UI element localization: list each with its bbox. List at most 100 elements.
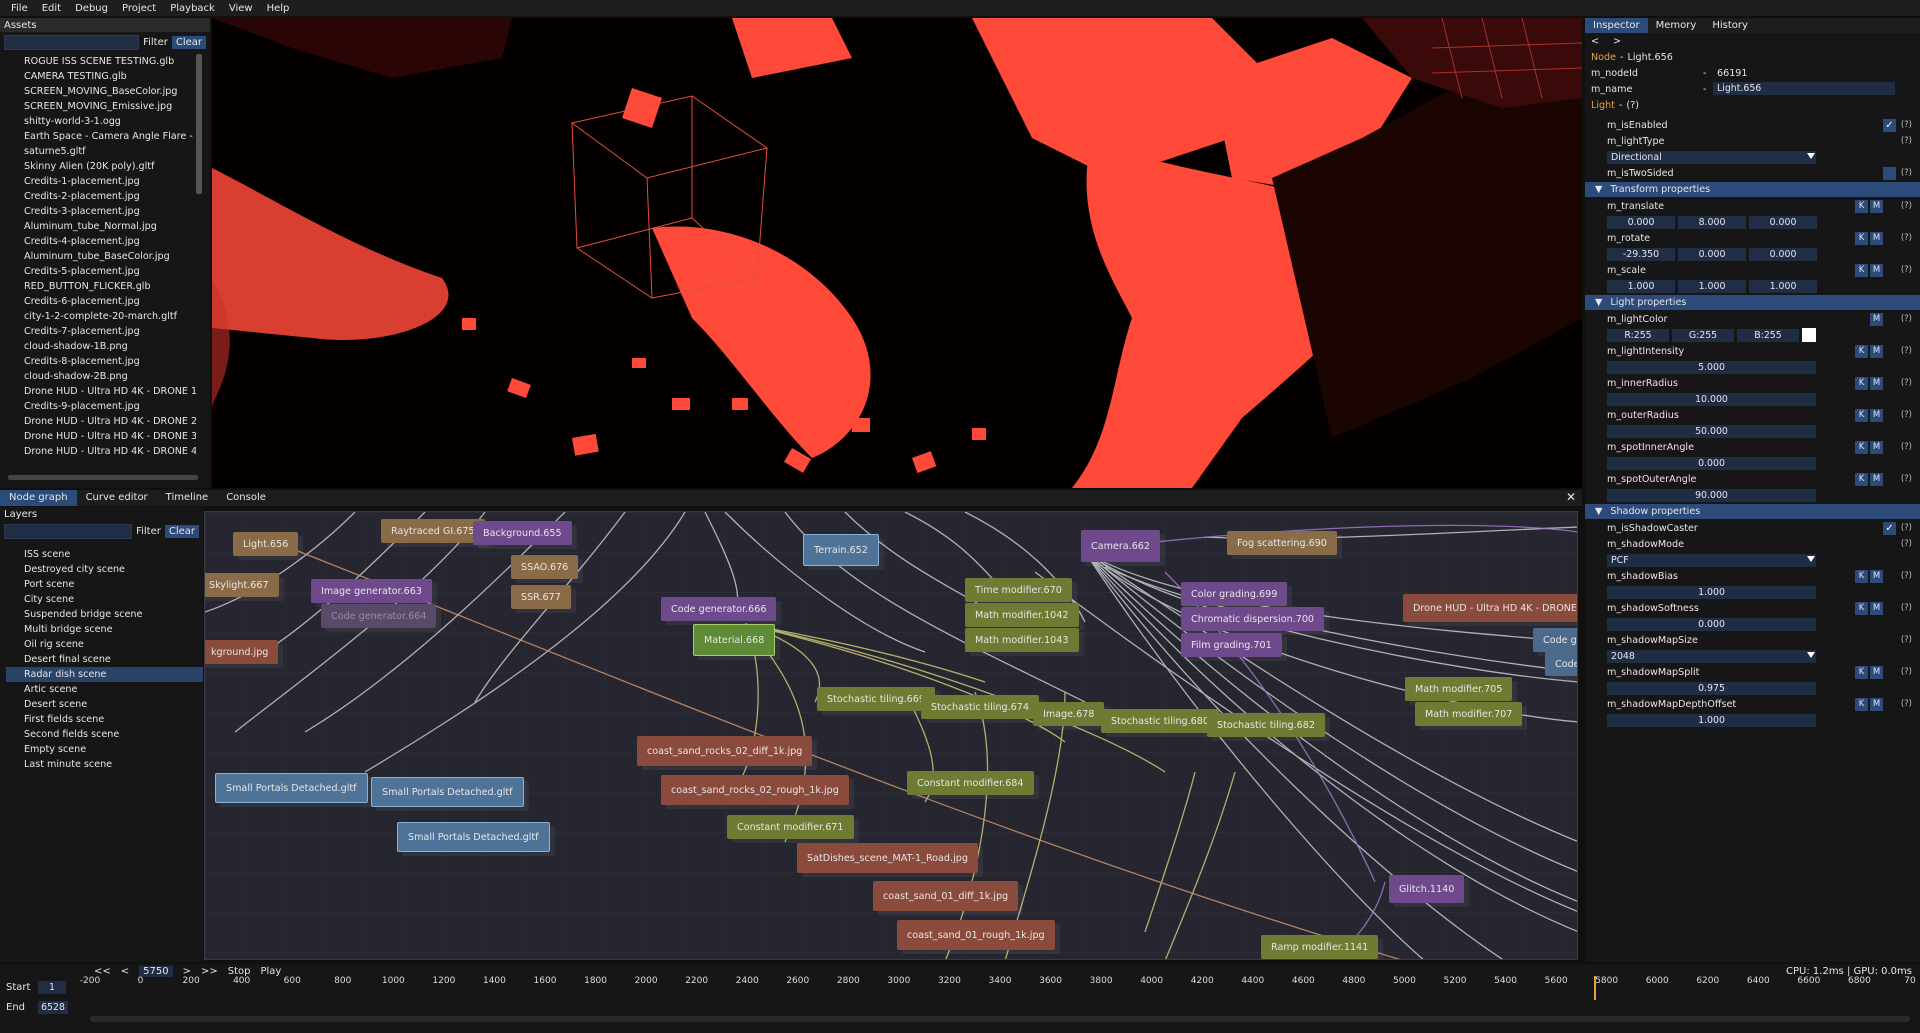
layers-filter-input[interactable] <box>4 523 133 539</box>
modifier-button[interactable]: M <box>1870 263 1883 277</box>
node-rocks-diff[interactable]: coast_sand_rocks_02_diff_1k.jpg <box>637 736 813 766</box>
isenabled-checkbox[interactable]: ✓ <box>1883 118 1896 132</box>
node-light[interactable]: Light.656 <box>233 532 299 556</box>
scale-z[interactable]: 1.000 <box>1749 279 1817 293</box>
node-rocks-rough[interactable]: coast_sand_rocks_02_rough_1k.jpg <box>661 775 849 805</box>
playhead[interactable] <box>1594 976 1597 1000</box>
asset-item[interactable]: Credits-4-placement.jpg <box>24 234 196 249</box>
keyframe-button[interactable]: K <box>1855 601 1868 615</box>
start-field[interactable]: 1 <box>38 981 66 994</box>
end-field[interactable]: 6528 <box>38 1001 68 1014</box>
asset-item[interactable]: Credits-8-placement.jpg <box>24 354 196 369</box>
scale-y[interactable]: 1.000 <box>1678 279 1746 293</box>
asset-item[interactable]: CAMERA TESTING.glb <box>24 69 196 84</box>
node-satdishes[interactable]: SatDishes_scene_MAT-1_Road.jpg <box>797 843 978 873</box>
node-glitch[interactable]: Glitch.1140 <box>1389 875 1465 903</box>
layer-item[interactable]: Last minute scene <box>24 757 197 772</box>
help-icon[interactable]: (?) <box>1901 410 1912 420</box>
asset-item[interactable]: Drone HUD - Ultra HD 4K - DRONE 4 STA <box>24 444 196 459</box>
layer-item[interactable]: First fields scene <box>24 712 197 727</box>
asset-item[interactable]: city-1-2-complete-20-march.gltf <box>24 309 196 324</box>
timeline-scrollbar[interactable] <box>90 1016 1910 1022</box>
assets-clear-button[interactable]: Clear <box>171 35 206 49</box>
asset-item[interactable]: Credits-9-placement.jpg <box>24 399 196 414</box>
assets-hscrollbar[interactable] <box>8 475 198 480</box>
help-icon[interactable]: (?) <box>1901 635 1912 645</box>
node-constant-modifier-671[interactable]: Constant modifier.671 <box>727 815 854 839</box>
depthoffset-field[interactable]: 1.000 <box>1607 713 1816 727</box>
layer-item[interactable]: Oil rig scene <box>24 637 197 652</box>
keyframe-button[interactable]: K <box>1855 665 1868 679</box>
tab-timeline[interactable]: Timeline <box>157 490 218 506</box>
layer-item[interactable]: Destroyed city scene <box>24 562 197 577</box>
close-icon[interactable]: ✕ <box>1566 490 1576 504</box>
node-code-ge-2[interactable]: Code <box>1545 652 1577 676</box>
asset-item[interactable]: shitty-world-3-1.ogg <box>24 114 196 129</box>
translate-z[interactable]: 0.000 <box>1749 215 1817 229</box>
layer-item[interactable]: Suspended bridge scene <box>24 607 197 622</box>
help-icon[interactable]: (?) <box>1901 539 1912 549</box>
tab-console[interactable]: Console <box>217 490 275 506</box>
node-time-modifier[interactable]: Time modifier.670 <box>965 578 1072 602</box>
layer-item[interactable]: Second fields scene <box>24 727 197 742</box>
menu-playback[interactable]: Playback <box>163 3 222 14</box>
layer-item[interactable]: ISS scene <box>24 547 197 562</box>
help-icon[interactable]: (?) <box>1901 523 1912 533</box>
modifier-button[interactable]: M <box>1870 569 1883 583</box>
keyframe-button[interactable]: K <box>1855 376 1868 390</box>
keyframe-button[interactable]: K <box>1855 440 1868 454</box>
help-icon[interactable]: (?) <box>1901 667 1912 677</box>
node-chromatic-dispersion[interactable]: Chromatic dispersion.700 <box>1181 607 1325 631</box>
node-math-modifier-705[interactable]: Math modifier.705 <box>1405 677 1513 701</box>
menu-project[interactable]: Project <box>115 3 163 14</box>
asset-item[interactable]: RED_BUTTON_FLICKER.glb <box>24 279 196 294</box>
node-code-generator-664[interactable]: Code generator.664 <box>321 604 437 628</box>
asset-item[interactable]: Skinny Alien (20K poly).gltf <box>24 159 196 174</box>
intensity-field[interactable]: 5.000 <box>1607 360 1816 374</box>
asset-item[interactable]: Credits-1-placement.jpg <box>24 174 196 189</box>
layer-item[interactable]: Empty scene <box>24 742 197 757</box>
help-icon[interactable]: (?) <box>1901 120 1912 130</box>
node-ssao[interactable]: SSAO.676 <box>511 555 579 579</box>
help-icon[interactable]: (?) <box>1901 265 1912 275</box>
asset-item[interactable]: Credits-5-placement.jpg <box>24 264 196 279</box>
tab-curve-editor[interactable]: Curve editor <box>77 490 157 506</box>
modifier-button[interactable]: M <box>1870 601 1883 615</box>
keyframe-button[interactable]: K <box>1855 231 1868 245</box>
node-raytraced-gi[interactable]: Raytraced GI.675 <box>381 519 485 543</box>
node-material[interactable]: Material.668 <box>693 624 776 656</box>
back-button[interactable]: < <box>1591 36 1599 47</box>
keyframe-button[interactable]: K <box>1855 408 1868 422</box>
modifier-button[interactable]: M <box>1870 440 1883 454</box>
timeline-ruler[interactable]: -200 0 200 400 600 800 1000 1200 1400 1600 1800 200… <box>80 976 1916 994</box>
asset-item[interactable]: Drone HUD - Ultra HD 4K - DRONE 2 STA <box>24 414 196 429</box>
asset-item[interactable]: Aluminum_tube_Normal.jpg <box>24 219 196 234</box>
modifier-button[interactable]: M <box>1870 697 1883 711</box>
shadowsoftness-field[interactable]: 0.000 <box>1607 617 1816 631</box>
light-help[interactable]: (?) <box>1626 100 1639 111</box>
help-icon[interactable]: (?) <box>1901 442 1912 452</box>
help-icon[interactable]: (?) <box>1901 699 1912 709</box>
node-image-generator[interactable]: Image generator.663 <box>311 579 432 603</box>
node-code-generator-666[interactable]: Code generator.666 <box>661 597 777 621</box>
light-section[interactable]: ▼ Light properties <box>1585 295 1920 310</box>
node-color-grading[interactable]: Color grading.699 <box>1181 582 1288 606</box>
node-constant-modifier-684[interactable]: Constant modifier.684 <box>907 771 1034 795</box>
color-swatch[interactable] <box>1802 328 1816 342</box>
node-drone-hud[interactable]: Drone HUD - Ultra HD 4K - DRONE 1 ST <box>1403 594 1577 622</box>
scale-x[interactable]: 1.000 <box>1607 279 1675 293</box>
node-code-ge-1[interactable]: Code ge <box>1533 628 1577 652</box>
layer-item[interactable]: Radar dish scene <box>6 667 203 682</box>
modifier-button[interactable]: M <box>1870 408 1883 422</box>
tab-inspector[interactable]: Inspector <box>1585 18 1648 33</box>
keyframe-button[interactable]: K <box>1855 344 1868 358</box>
help-icon[interactable]: (?) <box>1901 136 1912 146</box>
istwosided-checkbox[interactable] <box>1883 166 1896 180</box>
menu-debug[interactable]: Debug <box>68 3 115 14</box>
innerradius-field[interactable]: 10.000 <box>1607 392 1816 406</box>
modifier-button[interactable]: M <box>1870 199 1883 213</box>
node-terrain[interactable]: Terrain.652 <box>803 534 879 566</box>
node-film-grading[interactable]: Film grading.701 <box>1181 633 1282 657</box>
tab-node-graph[interactable]: Node graph <box>0 490 77 506</box>
help-icon[interactable]: (?) <box>1901 314 1912 324</box>
